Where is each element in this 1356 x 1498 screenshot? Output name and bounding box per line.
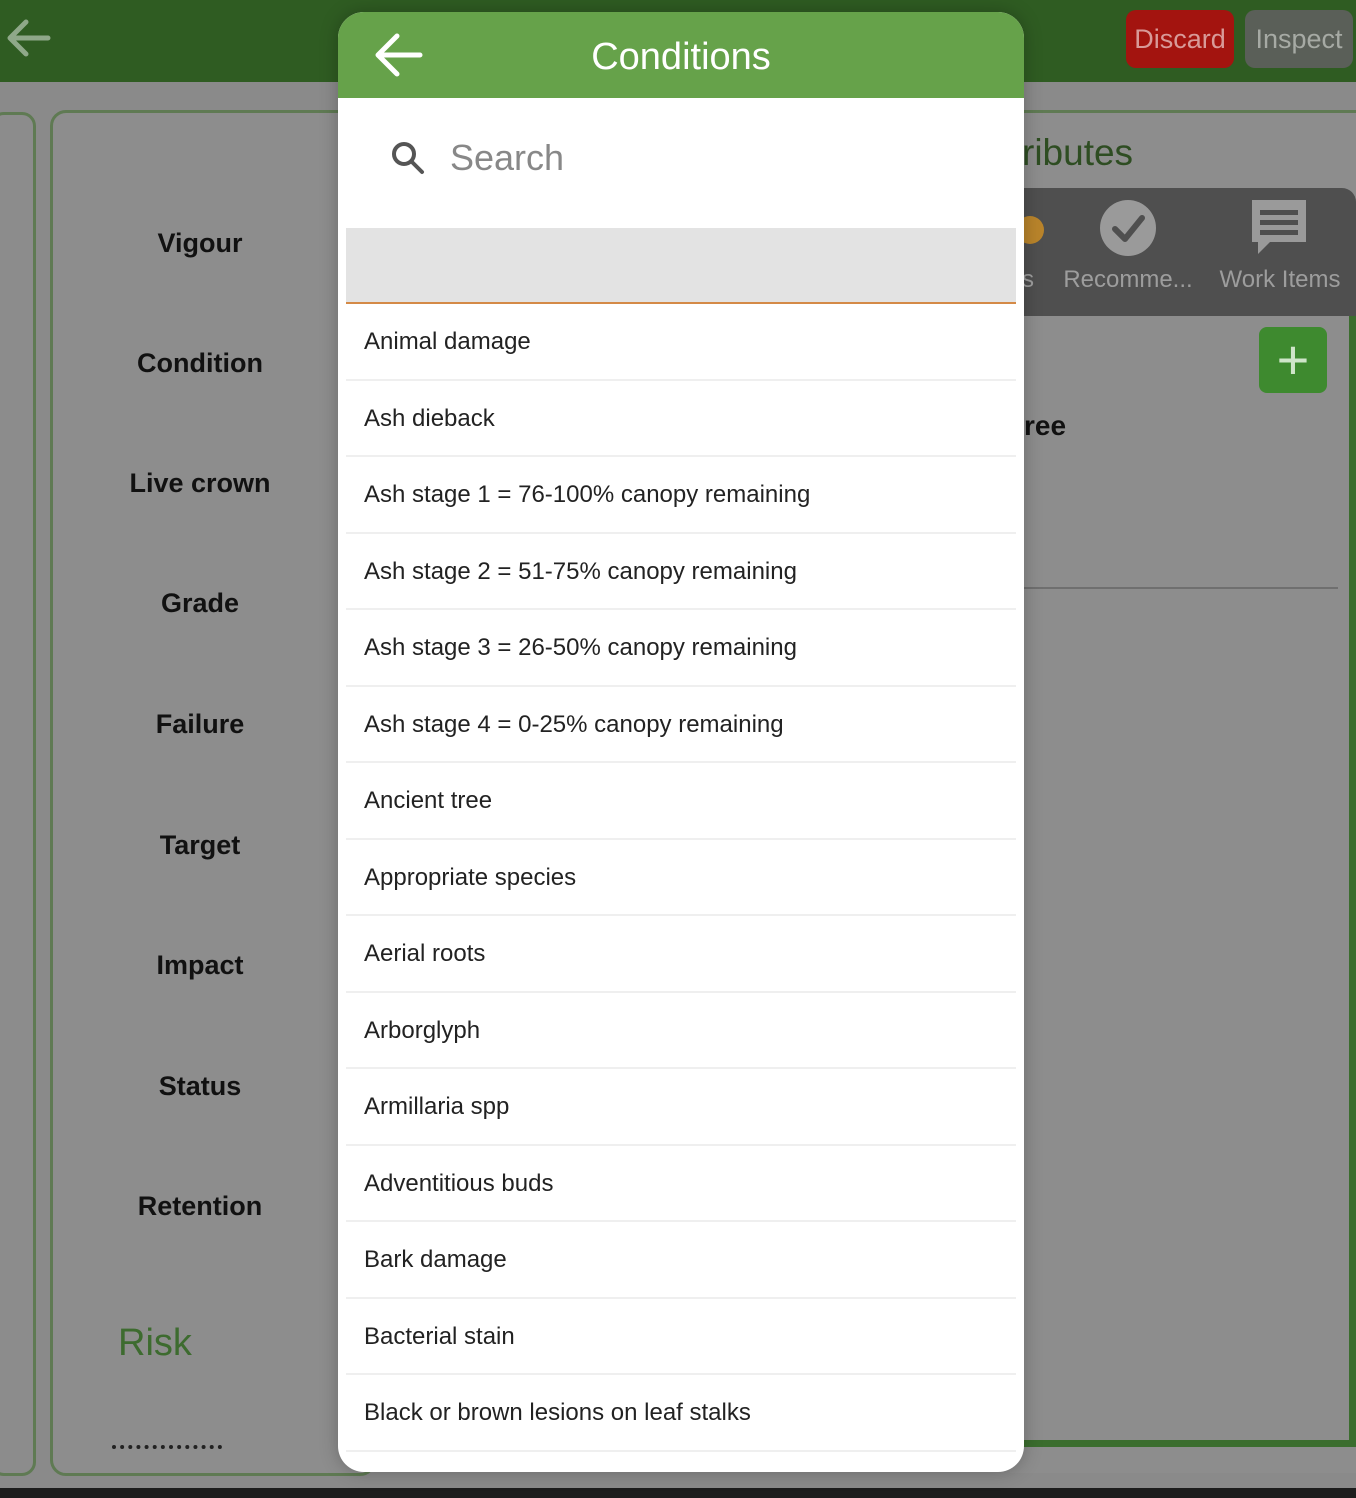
attributes-left-panel [50,110,376,1476]
field-label-failure[interactable]: Failure [50,709,350,740]
attribute-tabs: s Recomme... Work Items [1010,188,1356,316]
attributes-title: ributes [1022,132,1134,173]
field-label-status[interactable]: Status [50,1071,350,1102]
side-panel-edge [0,112,36,1476]
bottom-system-bar [0,1488,1356,1498]
list-item[interactable]: Ash stage 2 = 51-75% canopy remaining [346,534,1016,610]
search-bar [338,98,1024,216]
back-arrow-icon[interactable] [2,14,54,62]
list-item[interactable]: Black or brown lesions on leaf stalks [346,1375,1016,1452]
discard-button[interactable]: Discard [1126,10,1234,68]
field-label-live-crown[interactable]: Live crown [50,468,350,499]
list-item[interactable]: Armillaria spp [346,1069,1016,1146]
conditions-modal: Conditions Animal damage Ash dieback Ash… [338,12,1024,1472]
tab-recommendations[interactable]: Recomme... [1054,188,1202,316]
search-icon [392,142,424,174]
list-item[interactable]: Bark damage [346,1222,1016,1299]
field-label-target[interactable]: Target [50,830,350,861]
tree-label: ree [1024,410,1067,441]
add-button[interactable]: + [1259,327,1327,393]
list-item[interactable]: Ash stage 3 = 26-50% canopy remaining [346,610,1016,687]
back-arrow-icon[interactable] [372,30,424,80]
field-label-condition[interactable]: Condition [50,348,350,379]
list-item[interactable]: Aerial roots [346,916,1016,993]
work-items-frame [1014,316,1356,1447]
risk-subtitle-cutoff [112,1445,222,1459]
field-label-retention[interactable]: Retention [50,1191,350,1222]
tab-work-items[interactable]: Work Items [1210,188,1350,316]
inspect-button[interactable]: Inspect [1245,10,1353,68]
field-label-vigour[interactable]: Vigour [50,228,350,259]
field-label-impact[interactable]: Impact [50,950,350,981]
message-icon [1252,200,1306,254]
selected-empty-option[interactable] [346,228,1016,304]
modal-header: Conditions [338,12,1024,98]
list-item[interactable]: Ash stage 4 = 0-25% canopy remaining [346,687,1016,763]
risk-section-title: Risk [118,1322,192,1364]
list-item[interactable]: Animal damage [346,304,1016,381]
list-item[interactable]: Ash stage 1 = 76-100% canopy remaining [346,457,1016,534]
list-item[interactable]: Appropriate species [346,840,1016,916]
list-item[interactable]: Arborglyph [346,993,1016,1069]
list-item[interactable]: Bacterial stain [346,1299,1016,1375]
modal-title: Conditions [591,36,771,78]
list-item[interactable]: Ash dieback [346,381,1016,457]
checkmark-circle-icon [1100,200,1156,256]
list-item[interactable]: Ancient tree [346,763,1016,840]
conditions-list: Animal damage Ash dieback Ash stage 1 = … [346,304,1016,1452]
list-item[interactable]: Adventitious buds [346,1146,1016,1222]
search-input[interactable] [448,128,992,188]
divider [1024,587,1338,589]
field-label-grade[interactable]: Grade [50,588,350,619]
